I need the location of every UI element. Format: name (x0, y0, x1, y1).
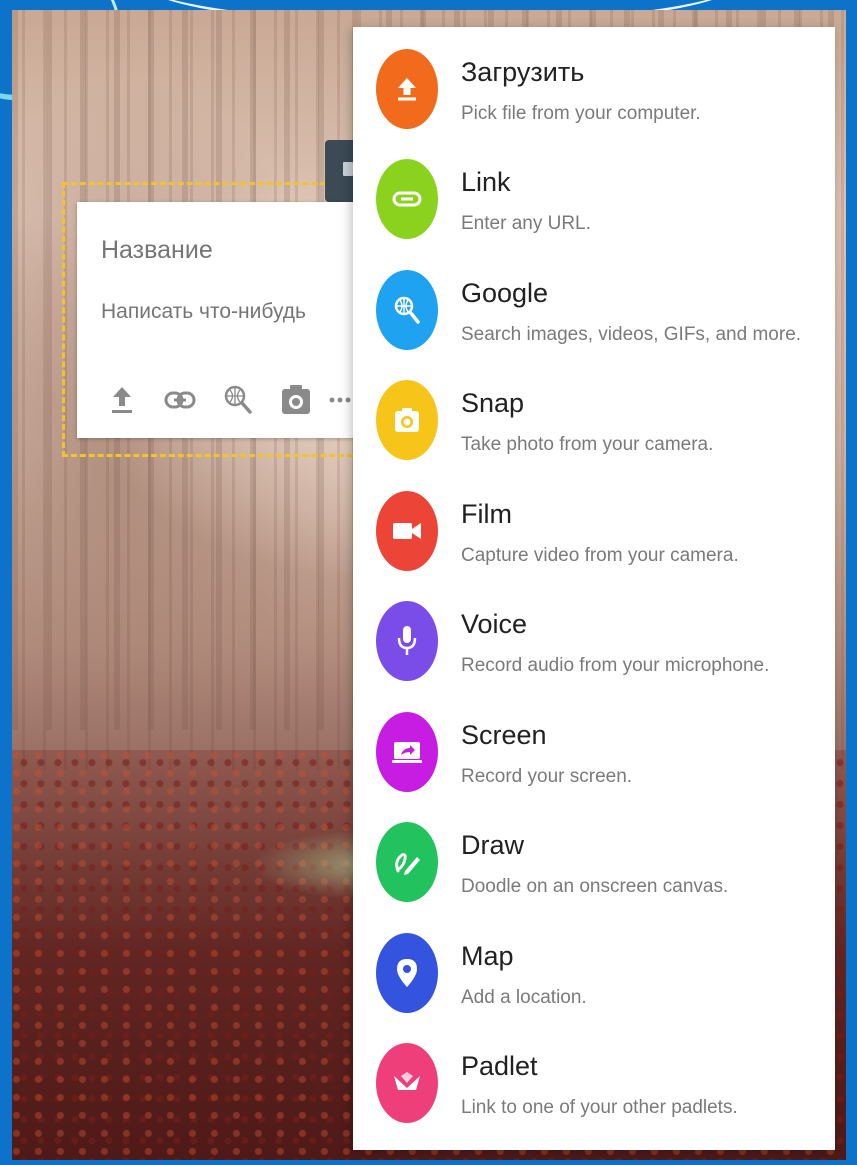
link-icon (392, 191, 422, 207)
menu-item-label: Film (461, 499, 512, 529)
menu-item-label: Link (461, 167, 511, 197)
menu-item-description: Doodle on an onscreen canvas. (461, 876, 729, 897)
composer-toolbar (93, 378, 355, 422)
map-pin-icon-circle (376, 933, 438, 1013)
search-icon (224, 385, 252, 414)
menu-item-google[interactable]: Google Search images, videos, GIFs, and … (353, 248, 835, 358)
camera-icon-circle (376, 380, 438, 460)
globe-search-icon (394, 296, 420, 324)
search-tool-button[interactable] (209, 380, 267, 420)
upload-icon (112, 387, 132, 413)
menu-item-description: Record audio from your microphone. (461, 655, 770, 676)
link-icon (164, 391, 196, 409)
menu-item-description: Link to one of your other padlets. (461, 1097, 738, 1118)
menu-item-description: Search images, videos, GIFs, and more. (461, 324, 802, 345)
video-camera-icon (393, 523, 421, 539)
menu-item-link[interactable]: Link Enter any URL. (353, 137, 835, 247)
upload-icon (398, 78, 416, 101)
post-title-input[interactable] (101, 236, 341, 265)
menu-item-film[interactable]: Film Capture video from your camera. (353, 469, 835, 579)
menu-item-label: Google (461, 278, 549, 308)
post-composer (77, 202, 367, 438)
video-camera-icon-circle (376, 491, 438, 571)
more-tool-button[interactable] (325, 380, 355, 420)
pencil-icon-circle (376, 822, 438, 902)
more-icon (329, 397, 351, 403)
menu-item-description: Record your screen. (461, 766, 633, 787)
screen-share-icon (392, 742, 422, 763)
menu-item-label: Voice (461, 609, 528, 639)
menu-item-snap[interactable]: Snap Take photo from your camera. (353, 358, 835, 468)
menu-item-label: Snap (461, 388, 525, 418)
camera-icon (395, 408, 419, 432)
menu-item-description: Pick file from your computer. (461, 103, 701, 124)
attachment-menu: Загрузить Pick file from your computer. … (353, 27, 835, 1150)
menu-item-padlet[interactable]: Padlet Link to one of your other padlets… (353, 1021, 835, 1131)
menu-item-label: Padlet (461, 1051, 538, 1081)
menu-item-voice[interactable]: Voice Record audio from your microphone. (353, 579, 835, 689)
padlet-logo-icon-circle (376, 1043, 438, 1123)
upload-icon-circle (376, 49, 438, 129)
camera-tool-button[interactable] (267, 380, 325, 420)
pencil-icon (395, 853, 420, 875)
microphone-icon (397, 626, 417, 655)
menu-item-description: Capture video from your camera. (461, 545, 739, 566)
camera-icon (282, 385, 310, 414)
map-pin-icon (397, 959, 417, 987)
microphone-icon-circle (376, 601, 438, 681)
trash-icon (343, 162, 353, 176)
link-tool-button[interactable] (151, 380, 209, 420)
menu-item-description: Enter any URL. (461, 213, 591, 234)
link-icon-circle (376, 159, 438, 239)
upload-tool-button[interactable] (93, 380, 151, 420)
menu-item-upload[interactable]: Загрузить Pick file from your computer. (353, 27, 835, 137)
menu-item-description: Add a location. (461, 987, 587, 1008)
menu-item-label: Map (461, 941, 514, 971)
menu-item-screen[interactable]: Screen Record your screen. (353, 690, 835, 800)
menu-item-label: Screen (461, 720, 547, 750)
menu-item-description: Take photo from your camera. (461, 434, 714, 455)
globe-search-icon-circle (376, 270, 438, 350)
menu-item-label: Draw (461, 830, 525, 860)
menu-item-map[interactable]: Map Add a location. (353, 911, 835, 1021)
post-body-input[interactable] (101, 300, 351, 324)
screen-share-icon-circle (376, 712, 438, 792)
padlet-logo-icon (394, 1072, 420, 1090)
menu-item-label: Загрузить (461, 57, 585, 87)
menu-item-draw[interactable]: Draw Doodle on an onscreen canvas. (353, 800, 835, 910)
